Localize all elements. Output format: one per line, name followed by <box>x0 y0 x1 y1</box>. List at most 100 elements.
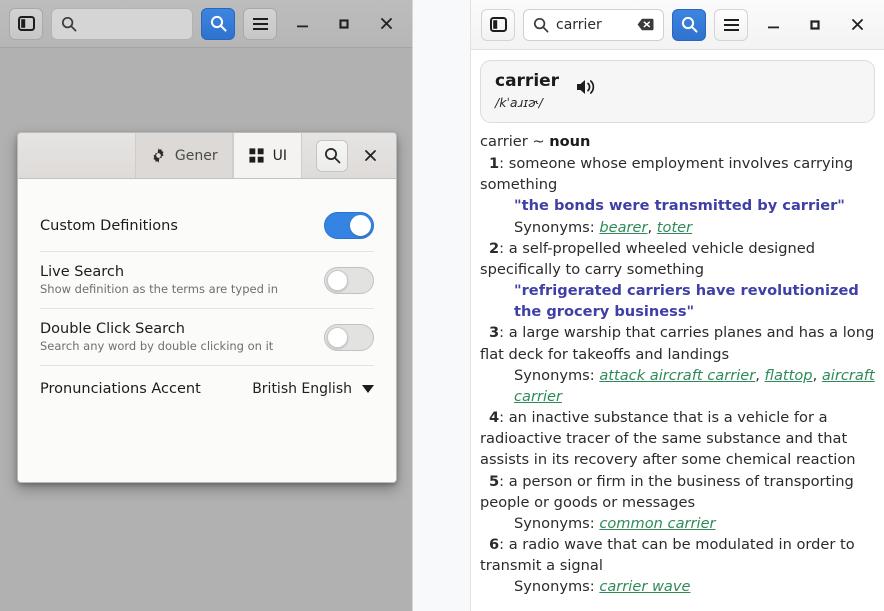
part-of-speech: noun <box>549 133 590 150</box>
sense-6: 6: a radio wave that can be modulated in… <box>480 534 875 576</box>
screen: Gener UI <box>0 0 884 611</box>
sense-4: 4: an inactive substance that is a vehic… <box>480 407 875 470</box>
search-icon <box>533 17 549 33</box>
definitions-panel: carrier ~ noun 1: someone whose employme… <box>471 123 884 599</box>
setting-row-double-click-search: Double Click Search Search any word by d… <box>40 312 374 362</box>
sense-6-synonyms: Synonyms: carrier wave <box>480 576 875 597</box>
left-maximize-button[interactable] <box>327 8 361 40</box>
double-click-search-toggle[interactable] <box>324 324 374 351</box>
right-minimize-button[interactable] <box>756 9 790 41</box>
pronunciations-accent-dropdown[interactable]: British English <box>252 381 374 397</box>
settings-dialog: Gener UI <box>17 132 397 483</box>
right-close-button[interactable] <box>840 9 874 41</box>
sense-1: 1: someone whose employment involves car… <box>480 153 875 195</box>
hamburger-menu-icon <box>723 18 740 32</box>
grid-icon <box>248 147 265 164</box>
maximize-icon <box>337 17 351 31</box>
left-search-button[interactable] <box>201 8 235 40</box>
tab-ui[interactable]: UI <box>233 133 302 178</box>
minimize-icon <box>295 18 310 30</box>
right-sidebar-toggle-button[interactable] <box>481 9 515 41</box>
setting-label-group: Live Search Show definition as the terms… <box>40 264 278 296</box>
sidebar-toggle-icon <box>18 16 35 31</box>
settings-dialog-body: Custom Definitions Live Search Show defi… <box>18 179 396 482</box>
search-icon <box>324 147 341 164</box>
tabbar-spacer <box>18 133 135 178</box>
synonym-link[interactable]: attack aircraft carrier <box>599 367 755 384</box>
settings-close-button[interactable] <box>354 140 386 172</box>
sense-number: 6 <box>489 536 499 553</box>
toggle-knob <box>327 270 348 291</box>
pronounce-button[interactable] <box>575 77 598 101</box>
settings-search-button[interactable] <box>316 140 348 172</box>
setting-label-group: Double Click Search Search any word by d… <box>40 321 273 353</box>
maximize-icon <box>808 18 822 32</box>
setting-row-custom-definitions: Custom Definitions <box>40 203 374 248</box>
left-minimize-button[interactable] <box>285 8 319 40</box>
synonym-link[interactable]: common carrier <box>599 515 715 532</box>
synonyms-label: Synonyms: <box>514 219 599 236</box>
word-main: carrier /kˈaɹɪɚ/ <box>495 72 559 110</box>
right-window: carrier <box>470 0 884 611</box>
synonym-link[interactable]: flattop <box>765 367 813 384</box>
right-menu-button[interactable] <box>714 9 748 41</box>
right-search-button[interactable] <box>672 9 706 41</box>
right-window-headerbar: carrier <box>471 0 884 50</box>
sidebar-toggle-button[interactable] <box>9 8 43 40</box>
entry-headword: carrier ~ noun <box>480 131 875 152</box>
setting-title: Pronunciations Accent <box>40 381 201 397</box>
setting-title: Double Click Search <box>40 321 273 337</box>
synonym-link[interactable]: toter <box>657 219 692 236</box>
word-header-card: carrier /kˈaɹɪɚ/ <box>480 60 875 123</box>
sense-text: : a radio wave that can be modulated in … <box>480 536 855 574</box>
setting-title: Custom Definitions <box>40 218 178 234</box>
left-menu-button[interactable] <box>243 8 277 40</box>
setting-label-group: Custom Definitions <box>40 218 178 234</box>
tab-general-label: Gener <box>175 148 218 164</box>
row-divider <box>40 251 374 252</box>
right-search-input-text: carrier <box>556 17 630 33</box>
settings-dialog-headerbar: Gener UI <box>18 133 396 179</box>
sense-3-synonyms: Synonyms: attack aircraft carrier, flatt… <box>480 365 875 407</box>
close-icon <box>850 17 865 32</box>
synonyms-label: Synonyms: <box>514 578 599 595</box>
toggle-knob <box>350 215 371 236</box>
sense-5: 5: a person or firm in the business of t… <box>480 471 875 513</box>
word-pronunciation: /kˈaɹɪɚ/ <box>495 95 559 110</box>
right-search-field[interactable]: carrier <box>523 9 664 41</box>
settings-dialog-buttons <box>302 133 396 178</box>
sense-7: 7: a man who delivers the mail <box>480 597 875 599</box>
synonyms-label: Synonyms: <box>514 515 599 532</box>
search-icon <box>210 15 227 32</box>
hamburger-menu-icon <box>252 17 269 31</box>
word-title: carrier <box>495 72 559 92</box>
synonym-separator: , <box>648 219 657 236</box>
sense-text: : a self-propelled wheeled vehicle desig… <box>480 240 815 278</box>
close-icon <box>379 16 394 31</box>
sense-number: 5 <box>489 473 499 490</box>
left-close-button[interactable] <box>369 8 403 40</box>
synonym-link[interactable]: carrier wave <box>599 578 690 595</box>
tab-ui-label: UI <box>273 148 287 164</box>
setting-subtitle: Search any word by double clicking on it <box>40 339 273 353</box>
synonym-separator: , <box>755 367 764 384</box>
search-icon <box>681 16 698 33</box>
synonym-link[interactable]: bearer <box>599 219 647 236</box>
sense-number: 4 <box>489 409 499 426</box>
right-maximize-button[interactable] <box>798 9 832 41</box>
custom-definitions-toggle[interactable] <box>324 212 374 239</box>
sense-5-synonyms: Synonyms: common carrier <box>480 513 875 534</box>
synonym-separator: , <box>813 367 822 384</box>
gear-icon <box>150 147 167 164</box>
sense-3: 3: a large warship that carries planes a… <box>480 322 875 364</box>
pronunciations-accent-value: British English <box>252 381 352 397</box>
live-search-toggle[interactable] <box>324 267 374 294</box>
tab-general[interactable]: Gener <box>135 133 233 178</box>
clear-text-icon[interactable] <box>637 18 654 31</box>
sense-1-synonyms: Synonyms: bearer, toter <box>480 217 875 238</box>
setting-row-live-search: Live Search Show definition as the terms… <box>40 255 374 305</box>
toggle-knob <box>327 327 348 348</box>
synonyms-label: Synonyms: <box>514 367 599 384</box>
left-search-field[interactable] <box>51 8 193 40</box>
sense-number: 2 <box>489 240 499 257</box>
